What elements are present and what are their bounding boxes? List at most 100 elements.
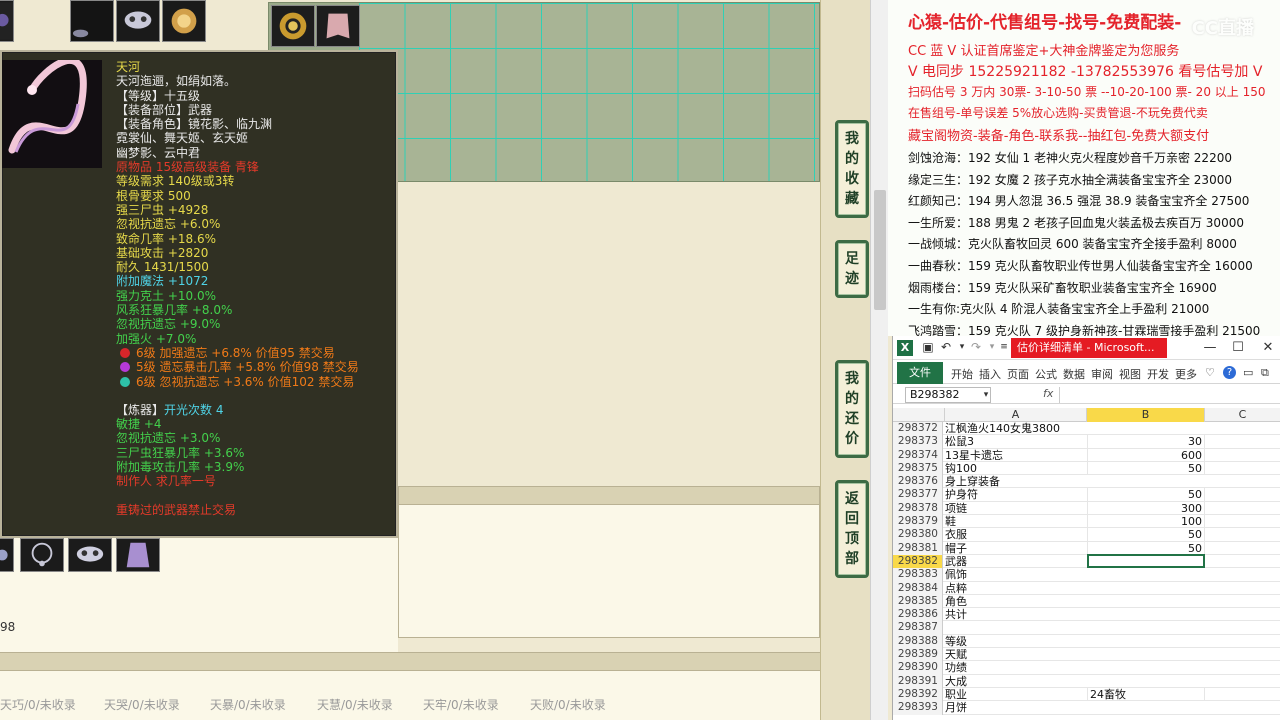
row-header[interactable]: 298387 [893, 621, 943, 635]
cell-a[interactable]: 月饼 [945, 701, 1087, 714]
redo-icon[interactable]: ↷ [969, 340, 983, 354]
row-header[interactable]: 298393 [893, 701, 943, 715]
chevron-down-icon[interactable]: ▾ [979, 388, 993, 402]
row-header[interactable]: 298389 [893, 648, 943, 662]
chevron-down-icon[interactable]: ▾ [955, 340, 969, 354]
row-header[interactable]: 298388 [893, 634, 943, 649]
cell-a[interactable]: 武器 [945, 555, 1087, 568]
cell-b[interactable]: 24畜牧 [1087, 687, 1205, 701]
star-entry[interactable]: 天暴/0/未收录 [210, 696, 286, 713]
row-header[interactable]: 298379 [893, 515, 943, 529]
item-slot[interactable] [70, 0, 114, 42]
tab-formulas[interactable]: 公式 [1035, 366, 1057, 382]
cell-a[interactable]: 身上穿装备 [945, 475, 1087, 488]
close-icon[interactable]: ✕ [1259, 339, 1277, 357]
cell-a[interactable]: 天赋 [945, 648, 1087, 661]
help-icon[interactable]: ? [1223, 366, 1236, 379]
row-header[interactable]: 298384 [893, 581, 943, 595]
cell-b[interactable]: 30 [1087, 435, 1205, 449]
cell-a[interactable]: 功绩 [945, 661, 1087, 674]
maximize-icon[interactable]: ☐ [1229, 339, 1247, 357]
my-favorites-button[interactable]: 我的收藏 [835, 120, 869, 218]
tab-developer[interactable]: 开发 [1147, 366, 1169, 382]
fx-icon[interactable]: fx [1043, 387, 1053, 400]
cell-a[interactable]: 项链 [945, 502, 1087, 515]
item-slot[interactable] [116, 0, 160, 42]
tab-more[interactable]: 更多 [1175, 366, 1197, 382]
row-header[interactable]: 298376 [893, 475, 943, 489]
formula-input[interactable] [1059, 387, 1280, 403]
row-header[interactable]: 298381 [893, 541, 943, 555]
row-header[interactable]: 298373 [893, 435, 943, 449]
cell-a[interactable]: 松鼠3 [945, 435, 1087, 448]
heart-icon[interactable]: ♡ [1205, 366, 1215, 379]
item-slot[interactable] [20, 538, 64, 572]
column-header-a[interactable]: A [945, 408, 1087, 422]
cell-b[interactable]: 50 [1087, 488, 1205, 502]
row-header[interactable]: 298385 [893, 594, 943, 609]
row-header[interactable]: 298383 [893, 568, 943, 582]
cell-b[interactable]: 50 [1087, 461, 1205, 475]
column-header-c[interactable]: C [1205, 408, 1280, 422]
row-header[interactable]: 298382 [893, 554, 943, 569]
cell-a[interactable]: 点粹 [945, 582, 1087, 595]
cell-a[interactable]: 衣服 [945, 528, 1087, 541]
row-header[interactable]: 298380 [893, 528, 943, 542]
item-slot[interactable] [0, 0, 14, 42]
cell-b[interactable]: 100 [1087, 515, 1205, 529]
star-entry[interactable]: 天巧/0/未收录 [0, 696, 76, 713]
row-header[interactable]: 298372 [893, 422, 943, 436]
item-slot[interactable] [162, 0, 206, 42]
row-header[interactable]: 298392 [893, 687, 943, 702]
cell-b[interactable]: 50 [1087, 541, 1205, 555]
row-header[interactable]: 298377 [893, 488, 943, 502]
cell-a[interactable]: 共计 [945, 608, 1087, 621]
tab-data[interactable]: 数据 [1063, 366, 1085, 382]
cell-b[interactable] [1087, 553, 1205, 568]
row-header[interactable]: 298386 [893, 608, 943, 622]
cell-b[interactable]: 50 [1087, 528, 1205, 542]
item-slot[interactable] [116, 538, 160, 572]
tab-review[interactable]: 审阅 [1091, 366, 1113, 382]
cell-a[interactable]: 等级 [945, 635, 1087, 648]
footprint-button[interactable]: 足迹 [835, 240, 869, 298]
select-all-corner[interactable] [893, 408, 945, 422]
cell-a[interactable]: 帽子 [945, 542, 1087, 555]
save-icon[interactable]: ▣ [921, 340, 935, 354]
customize-toolbar-icon[interactable]: ≡ [997, 340, 1011, 354]
star-entry[interactable]: 天败/0/未收录 [530, 696, 606, 713]
cell-a[interactable]: 角色 [945, 595, 1087, 608]
minimize-ribbon-icon[interactable]: ▭ [1243, 366, 1253, 379]
tab-view[interactable]: 视图 [1119, 366, 1141, 382]
cell-a[interactable]: 钩100 [945, 462, 1087, 475]
row-header[interactable]: 298378 [893, 501, 943, 516]
item-slot[interactable] [316, 5, 360, 47]
tab-page-layout[interactable]: 页面 [1007, 366, 1029, 382]
row-header[interactable]: 298375 [893, 461, 943, 476]
cell-a[interactable]: 护身符 [945, 488, 1087, 501]
cell-a[interactable]: 江枫渔火140女鬼3800 [945, 422, 1087, 435]
cell-b[interactable]: 300 [1087, 501, 1205, 515]
row-header[interactable]: 298391 [893, 674, 943, 688]
column-header-b[interactable]: B [1087, 408, 1205, 422]
tab-home[interactable]: 开始 [951, 366, 973, 382]
cell-a[interactable]: 佩饰 [945, 568, 1087, 581]
tab-insert[interactable]: 插入 [979, 366, 1001, 382]
star-entry[interactable]: 天哭/0/未收录 [104, 696, 180, 713]
cell-a[interactable]: 大成 [945, 675, 1087, 688]
page-scrollbar[interactable] [870, 0, 888, 720]
cell-b[interactable]: 600 [1087, 448, 1205, 462]
item-slot[interactable] [68, 538, 112, 572]
scrollbar-thumb[interactable] [874, 190, 886, 310]
undo-icon[interactable]: ↶ [939, 340, 953, 354]
cell-a[interactable]: 13星卡遗忘 [945, 449, 1087, 462]
cell-a[interactable]: 职业 [945, 688, 1087, 701]
tab-file[interactable]: 文件 [897, 362, 943, 384]
row-header[interactable]: 298374 [893, 448, 943, 462]
restore-icon[interactable]: ⧉ [1261, 366, 1269, 380]
back-to-top-button[interactable]: 返回顶部 [835, 480, 869, 578]
item-slot[interactable] [271, 5, 315, 47]
minimize-icon[interactable]: — [1201, 339, 1219, 357]
cell-a[interactable]: 鞋 [945, 515, 1087, 528]
star-entry[interactable]: 天慧/0/未收录 [317, 696, 393, 713]
